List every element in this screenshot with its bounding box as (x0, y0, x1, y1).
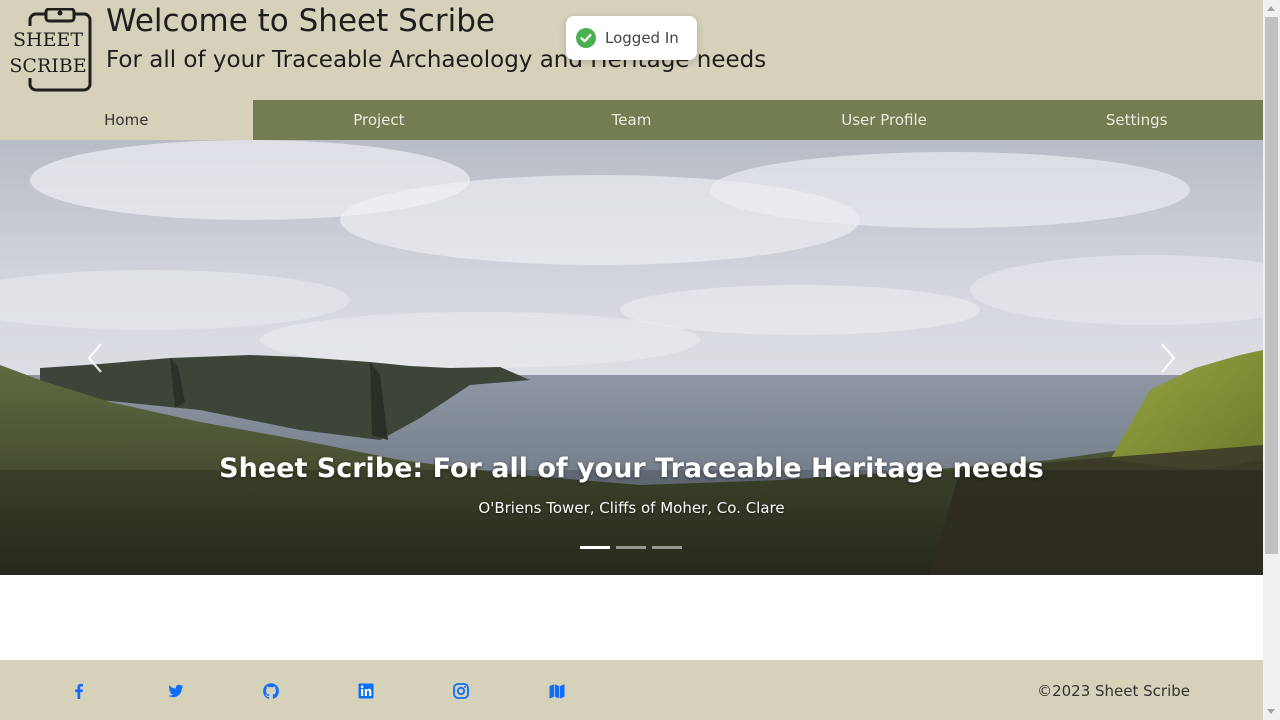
nav-item-home[interactable]: Home (0, 100, 253, 140)
carousel-caption-title: Sheet Scribe: For all of your Traceable … (219, 453, 1044, 484)
twitter-icon[interactable] (167, 682, 185, 700)
nav-item-user-profile[interactable]: User Profile (757, 100, 1011, 140)
page-title: Welcome to Sheet Scribe (106, 3, 495, 39)
carousel-indicator-3[interactable] (652, 546, 682, 549)
carousel-caption-subtitle: O'Briens Tower, Cliffs of Moher, Co. Cla… (478, 499, 785, 517)
carousel-next-button[interactable] (1148, 340, 1188, 376)
logo-text-line1: SHEET (13, 29, 83, 51)
carousel-indicator-2[interactable] (616, 546, 646, 549)
copyright-text: ©2023 Sheet Scribe (1037, 682, 1190, 700)
facebook-icon[interactable] (70, 682, 88, 700)
scroll-up-arrow-icon[interactable] (1267, 6, 1275, 11)
site-footer: ©2023 Sheet Scribe (0, 660, 1263, 720)
instagram-icon[interactable] (452, 682, 470, 700)
nav-item-project[interactable]: Project (252, 100, 506, 140)
logo-text-line2: SCRIBE (9, 55, 86, 77)
sheet-scribe-logo[interactable]: SHEET SCRIBE (8, 8, 94, 92)
toast-message: Logged In (605, 29, 679, 47)
nav-item-settings[interactable]: Settings (1010, 100, 1263, 140)
chevron-right-icon (1161, 343, 1176, 373)
nav-item-team[interactable]: Team (505, 100, 758, 140)
check-circle-icon (576, 28, 596, 48)
vertical-scrollbar[interactable] (1263, 0, 1280, 720)
carousel-prev-button[interactable] (75, 340, 115, 376)
map-icon[interactable] (548, 682, 566, 700)
hero-carousel: Sheet Scribe: For all of your Traceable … (0, 140, 1263, 575)
linkedin-icon[interactable] (357, 682, 375, 700)
scroll-down-arrow-icon[interactable] (1267, 709, 1275, 714)
carousel-indicator-1[interactable] (580, 546, 610, 549)
page: SHEET SCRIBE Welcome to Sheet Scribe For… (0, 0, 1263, 720)
scrollbar-thumb[interactable] (1265, 17, 1278, 554)
carousel-indicators (580, 546, 682, 549)
github-icon[interactable] (262, 682, 280, 700)
login-toast[interactable]: Logged In (566, 16, 697, 60)
chevron-left-icon (87, 343, 102, 373)
main-nav: Home Project Team User Profile Settings (0, 100, 1263, 140)
